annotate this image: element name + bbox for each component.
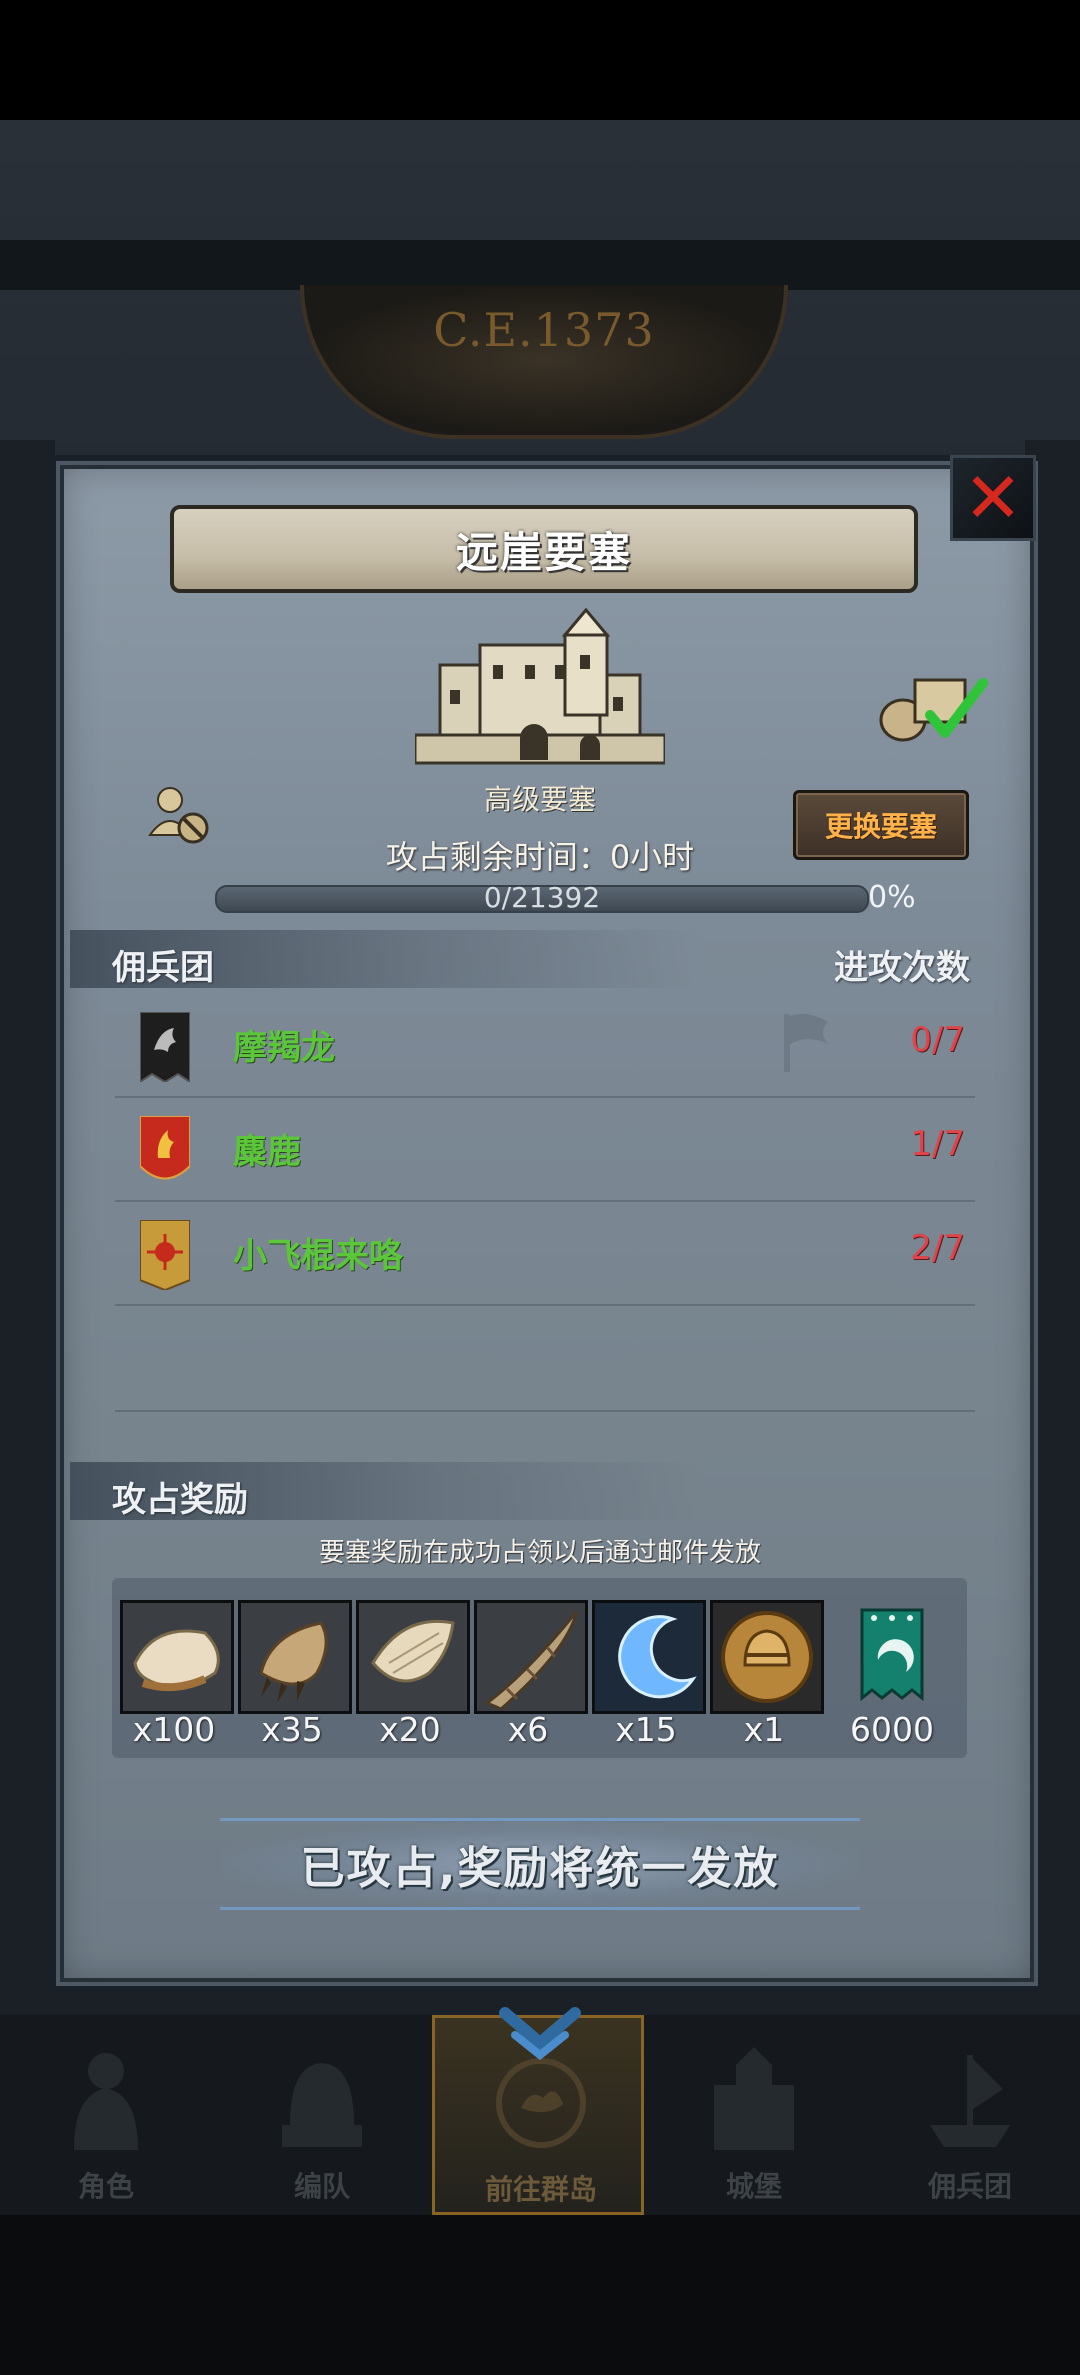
nav-item-formation[interactable]: 编队 xyxy=(216,2015,428,2215)
attack-count: 0/7 xyxy=(910,1020,965,1060)
nav-label: 城堡 xyxy=(725,2170,782,2203)
guild-section-header: 佣兵团 进攻次数 xyxy=(70,930,970,988)
guild-banner-icon xyxy=(140,1116,190,1180)
reward-item-count: x20 xyxy=(379,1710,441,1749)
reward-item-count: x15 xyxy=(615,1710,677,1749)
swap-fortress-button[interactable]: 更换要塞 xyxy=(793,790,969,860)
guild-row[interactable]: 麋鹿 1/7 xyxy=(115,1096,975,1202)
guild-row[interactable]: 摩羯龙 0/7 xyxy=(115,992,975,1098)
reward-item-slot[interactable] xyxy=(356,1600,470,1714)
guild-banner-icon xyxy=(860,1608,924,1702)
guild-row[interactable]: 小飞棍来咯 2/7 xyxy=(115,1200,975,1306)
era-label: C.E.1373 xyxy=(433,303,655,357)
reward-header: 攻占奖励 xyxy=(112,1480,248,1520)
blue-crescent-icon xyxy=(595,1603,703,1711)
attack-count: 1/7 xyxy=(910,1124,965,1164)
claw-icon xyxy=(241,1603,349,1711)
fur-pelt-icon xyxy=(123,1603,231,1711)
guild-banner-icon xyxy=(140,1220,190,1290)
wing-icon xyxy=(359,1603,467,1711)
fortress-title: 远崖要塞 xyxy=(455,527,632,577)
divider xyxy=(115,1410,975,1412)
guild-header-left: 佣兵团 xyxy=(112,948,214,988)
ship-icon xyxy=(930,2055,1010,2147)
reward-item-slot[interactable] xyxy=(710,1600,824,1714)
guild-name: 麋鹿 xyxy=(233,1132,301,1172)
castle-nav-icon xyxy=(714,2047,794,2150)
reward-items-panel: x100 x35 x20 x6 x15 x1 6000 xyxy=(112,1578,967,1758)
reward-item-slot[interactable] xyxy=(592,1600,706,1714)
reward-item-count: x100 xyxy=(132,1710,216,1749)
guild-banner-icon xyxy=(140,1012,190,1082)
era-banner: C.E.1373 xyxy=(300,285,788,439)
knight-icon xyxy=(74,2053,138,2150)
nav-label: 前往群岛 xyxy=(484,2173,597,2206)
guild-header-right: 进攻次数 xyxy=(834,948,970,988)
no-soldier-icon[interactable] xyxy=(145,780,215,850)
attack-count: 2/7 xyxy=(910,1228,965,1268)
reward-item-slot[interactable] xyxy=(120,1600,234,1714)
nav-item-guild[interactable]: 佣兵团 xyxy=(864,2015,1076,2215)
guild-name: 摩羯龙 xyxy=(233,1028,335,1068)
nav-item-character[interactable]: 角色 xyxy=(0,2015,212,2215)
nav-label: 编队 xyxy=(293,2170,350,2203)
claim-status-text: 已攻占,奖励将统一发放 xyxy=(300,1843,780,1894)
nav-item-castle[interactable]: 城堡 xyxy=(648,2015,860,2215)
side-panel-left xyxy=(0,440,55,2000)
reward-item-count: 6000 xyxy=(850,1710,934,1749)
helmet-icon xyxy=(282,2063,362,2147)
claim-status-banner[interactable]: 已攻占,奖励将统一发放 xyxy=(220,1818,860,1910)
castle-icon xyxy=(415,607,665,765)
supply-checked-icon[interactable] xyxy=(875,665,995,745)
close-icon: ✕ xyxy=(963,457,1023,539)
reward-item-count: x6 xyxy=(507,1710,549,1749)
swap-fortress-label: 更换要塞 xyxy=(824,810,937,843)
reward-item-slot[interactable] xyxy=(474,1600,588,1714)
capture-progress-bar: 0/21392 xyxy=(215,881,869,914)
reward-note: 要塞奖励在成功占领以后通过邮件发放 xyxy=(318,1538,761,1568)
guild-name: 小飞棍来咯 xyxy=(233,1236,403,1276)
nav-label: 佣兵团 xyxy=(927,2170,1012,2203)
close-button[interactable]: ✕ xyxy=(950,455,1036,541)
reward-section-header: 攻占奖励 xyxy=(70,1462,970,1520)
nav-label: 角色 xyxy=(77,2170,134,2203)
progress-percent: 0% xyxy=(868,880,916,915)
background-stripe xyxy=(0,240,1080,290)
horn-icon xyxy=(477,1603,585,1711)
reward-item-count: x1 xyxy=(743,1710,785,1749)
chevron-down-icon xyxy=(499,2007,581,2061)
reward-item-slot[interactable] xyxy=(838,1600,946,1708)
title-plate: 远崖要塞 xyxy=(170,505,918,593)
status-bar-area xyxy=(0,0,1080,120)
progress-text: 0/21392 xyxy=(483,881,601,914)
system-nav-area xyxy=(0,2215,1080,2375)
reward-item-slot[interactable] xyxy=(238,1600,352,1714)
flag-icon xyxy=(784,1014,828,1072)
reward-item-count: x35 xyxy=(261,1710,323,1749)
helmet-medal-icon xyxy=(713,1603,821,1711)
